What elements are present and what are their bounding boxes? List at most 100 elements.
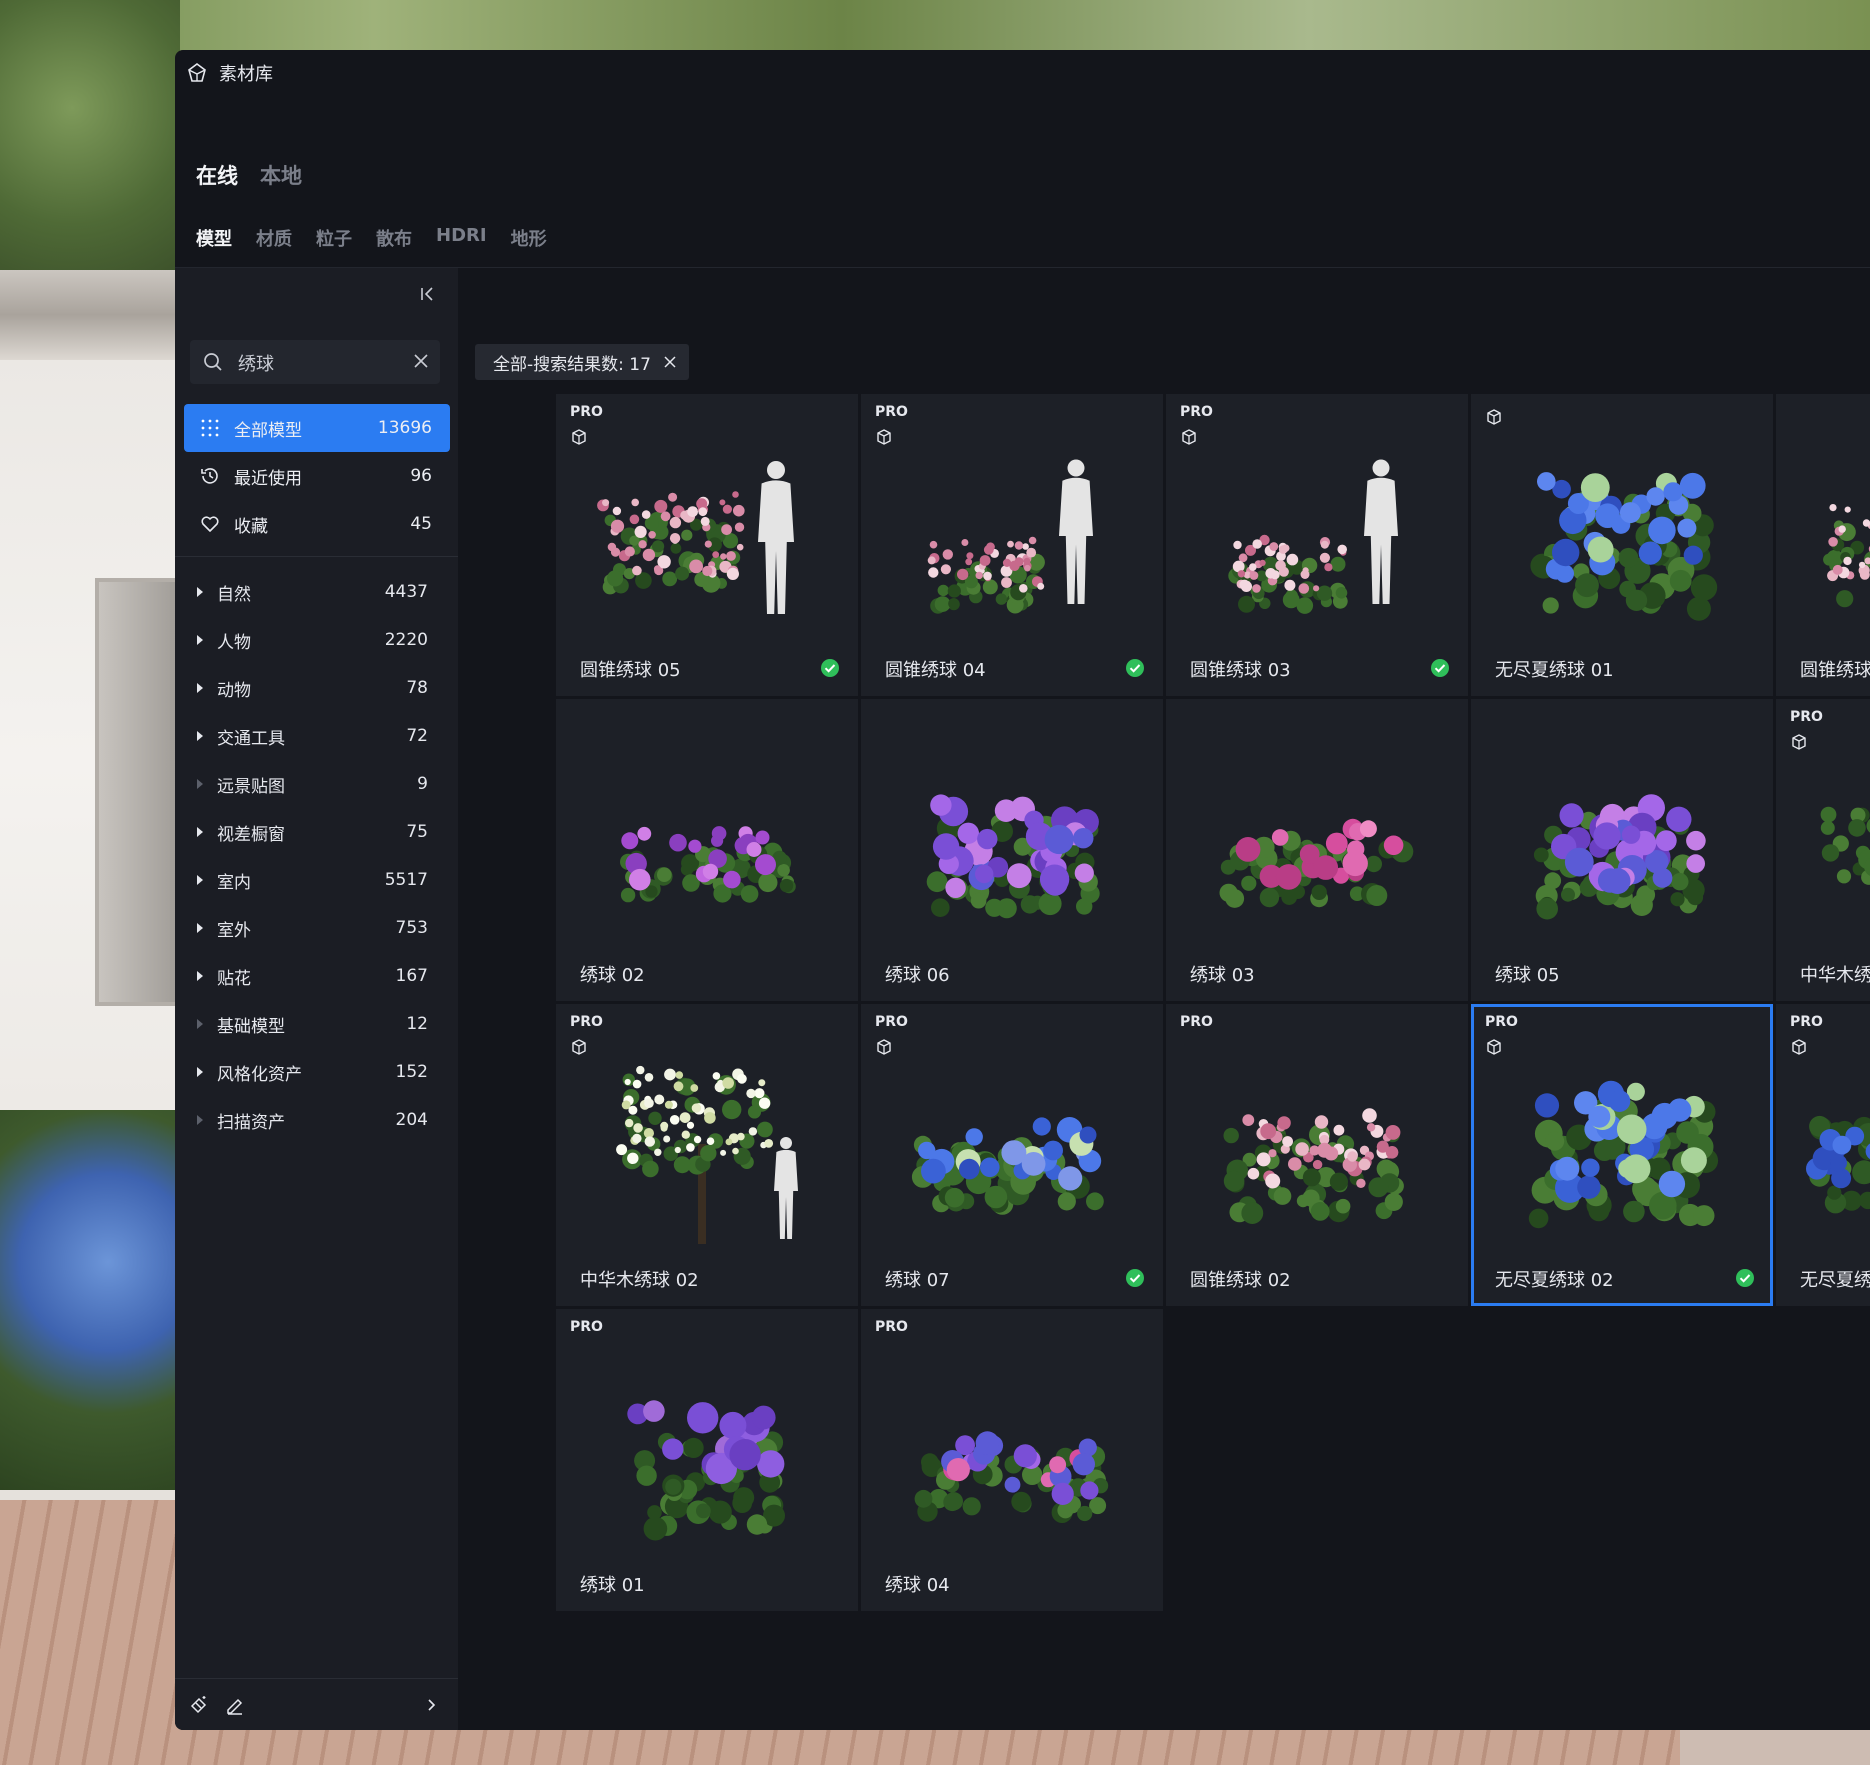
asset-card[interactable]: PRO 圆锥绣球 04: [861, 394, 1163, 696]
expand-caret-icon[interactable]: [197, 779, 203, 789]
sidebar-item-count: 13696: [377, 418, 432, 438]
expand-caret-icon[interactable]: [197, 923, 203, 933]
asset-card[interactable]: PRO 无尽夏绣球 02: [1471, 1004, 1773, 1306]
sidebar-category[interactable]: 风格化资产 152: [175, 1048, 458, 1096]
sidebar-item-count: 45: [410, 514, 432, 534]
tab-hdri[interactable]: HDRI: [436, 225, 487, 251]
sidebar-category[interactable]: 动物 78: [175, 664, 458, 712]
asset-card[interactable]: 绣球 06: [861, 699, 1163, 1001]
sidebar-item-recent[interactable]: 最近使用 96: [184, 452, 450, 500]
expand-caret-icon[interactable]: [197, 1019, 203, 1029]
sidebar-category[interactable]: 贴花 167: [175, 952, 458, 1000]
tab-models[interactable]: 模型: [196, 225, 232, 251]
expand-caret-icon[interactable]: [197, 1115, 203, 1125]
app-logo-icon: [185, 61, 209, 85]
asset-card[interactable]: PRO 中华木绣球 02: [556, 1004, 858, 1306]
category-count: 204: [395, 1110, 428, 1130]
search-box: [190, 340, 440, 384]
sidebar-category[interactable]: 室内 5517: [175, 856, 458, 904]
expand-caret-icon[interactable]: [197, 587, 203, 597]
asset-card[interactable]: PRO 绣球 07: [861, 1004, 1163, 1306]
asset-name: 中华木绣球 02: [580, 1270, 699, 1291]
expand-caret-icon[interactable]: [197, 635, 203, 645]
category-label: 远景贴图: [217, 776, 285, 797]
asset-card[interactable]: 绣球 02: [556, 699, 858, 1001]
asset-thumbnail: [1806, 1044, 1870, 1244]
asset-card[interactable]: PRO 无尽夏绣: [1776, 1004, 1870, 1306]
asset-thumbnail: [1196, 1044, 1436, 1244]
asset-thumbnail: [1501, 1044, 1741, 1244]
filter-chip[interactable]: 全部-搜索结果数: 17: [475, 344, 689, 380]
3d-model-icon: [1485, 408, 1503, 430]
asset-type-tabs: 模型 材质 粒子 散布 HDRI 地形: [196, 225, 547, 251]
asset-card[interactable]: 无尽夏绣球 01: [1471, 394, 1773, 696]
asset-thumbnail: [1806, 739, 1870, 939]
expand-caret-icon[interactable]: [197, 971, 203, 981]
sidebar-category[interactable]: 扫描资产 204: [175, 1096, 458, 1144]
expand-caret-icon[interactable]: [197, 827, 203, 837]
category-label: 扫描资产: [217, 1112, 285, 1133]
expand-caret-icon[interactable]: [197, 1067, 203, 1077]
pro-badge: PRO: [570, 1319, 603, 1335]
expand-caret-icon[interactable]: [197, 683, 203, 693]
sidebar-item-favorites[interactable]: 收藏 45: [184, 500, 450, 548]
category-label: 基础模型: [217, 1016, 285, 1037]
category-count: 152: [395, 1062, 428, 1082]
sidebar-category[interactable]: 远景贴图 9: [175, 760, 458, 808]
quick-filters: 全部模型 13696 最近使用 96 收藏 45: [184, 404, 450, 548]
asset-card[interactable]: PRO 绣球 01: [556, 1309, 858, 1611]
chevron-right-icon[interactable]: [419, 1693, 443, 1717]
pro-badge: PRO: [875, 1319, 908, 1335]
sidebar-category[interactable]: 自然 4437: [175, 568, 458, 616]
expand-caret-icon[interactable]: [197, 875, 203, 885]
asset-thumbnail: [1196, 434, 1436, 634]
tab-materials[interactable]: 材质: [256, 225, 292, 251]
asset-name: 无尽夏绣球 02: [1495, 1270, 1614, 1291]
sidebar-category[interactable]: 视差橱窗 75: [175, 808, 458, 856]
edit-icon[interactable]: [223, 1693, 247, 1717]
sidebar-category[interactable]: 基础模型 12: [175, 1000, 458, 1048]
tab-terrain[interactable]: 地形: [511, 225, 547, 251]
sidebar-category[interactable]: 交通工具 72: [175, 712, 458, 760]
search-input[interactable]: [236, 347, 400, 379]
tab-online[interactable]: 在线: [196, 160, 238, 190]
pro-badge: PRO: [1485, 1014, 1518, 1030]
asset-name: 绣球 02: [580, 965, 645, 986]
pro-badge: PRO: [1790, 709, 1823, 725]
asset-card[interactable]: PRO 圆锥绣球 05: [556, 394, 858, 696]
pro-badge: PRO: [875, 1014, 908, 1030]
asset-name: 绣球 06: [885, 965, 950, 986]
category-label: 风格化资产: [217, 1064, 302, 1085]
category-count: 2220: [384, 630, 428, 650]
tab-scatter[interactable]: 散布: [376, 225, 412, 251]
downloaded-check-icon: [1125, 1268, 1145, 1292]
asset-card[interactable]: PRO 圆锥绣球 02: [1166, 1004, 1468, 1306]
asset-card[interactable]: 圆锥绣球: [1776, 394, 1870, 696]
pro-badge: PRO: [1180, 1014, 1213, 1030]
asset-thumbnail: [586, 1349, 826, 1549]
clear-search-icon[interactable]: [412, 352, 430, 374]
search-icon: [202, 351, 224, 377]
category-count: 75: [406, 822, 428, 842]
sidebar-category[interactable]: 室外 753: [175, 904, 458, 952]
sidebar-item-all-models[interactable]: 全部模型 13696: [184, 404, 450, 452]
asset-card[interactable]: 绣球 03: [1166, 699, 1468, 1001]
magic-wand-icon[interactable]: [187, 1693, 211, 1717]
collapse-sidebar-icon[interactable]: [413, 280, 441, 308]
tab-local[interactable]: 本地: [260, 160, 302, 190]
asset-card[interactable]: PRO 中华木绣: [1776, 699, 1870, 1001]
asset-thumbnail: [1196, 739, 1436, 939]
remove-filter-icon[interactable]: [663, 355, 677, 369]
pro-badge: PRO: [875, 404, 908, 420]
asset-card[interactable]: 绣球 05: [1471, 699, 1773, 1001]
asset-card[interactable]: PRO 圆锥绣球 03: [1166, 394, 1468, 696]
asset-card[interactable]: PRO 绣球 04: [861, 1309, 1163, 1611]
asset-name: 绣球 04: [885, 1575, 950, 1596]
downloaded-check-icon: [820, 658, 840, 682]
asset-name: 绣球 07: [885, 1270, 950, 1291]
sidebar-category[interactable]: 人物 2220: [175, 616, 458, 664]
expand-caret-icon[interactable]: [197, 731, 203, 741]
tab-particles[interactable]: 粒子: [316, 225, 352, 251]
category-label: 自然: [217, 584, 251, 605]
sidebar-item-label: 最近使用: [234, 468, 302, 489]
